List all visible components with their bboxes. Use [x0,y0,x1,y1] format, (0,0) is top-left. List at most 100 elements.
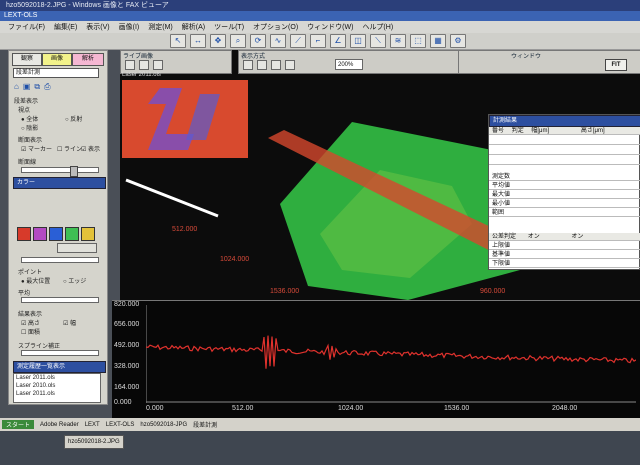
profile-tool-icon[interactable]: ≋ [390,34,406,48]
settings-tool-icon[interactable]: ⚙ [450,34,466,48]
opt-width-check[interactable]: ☑ 幅 [63,318,76,327]
section-points-label: ポイント [18,270,43,276]
x-tick-label: 1536.00 [444,405,470,412]
opt-height-check[interactable]: ☑ 高さ [21,318,40,327]
area-tool-icon[interactable]: ◫ [350,34,366,48]
live-btn-3[interactable] [153,60,163,70]
color-slider[interactable] [21,257,99,263]
menu-bar: ファイル(F) 編集(E) 表示(V) 画像(I) 測定(M) 解析(A) ツー… [0,21,640,33]
history-item[interactable]: Laser 2010.ols [16,383,55,389]
fit-button[interactable]: FIT [605,59,627,71]
slope-tool-icon[interactable]: ⟋ [290,34,306,48]
menu-view[interactable]: 表示(V) [86,22,109,32]
table-row[interactable] [489,147,640,155]
display-btn-2[interactable] [257,60,267,70]
color-swatch-red[interactable] [17,227,31,241]
panel-icon-row: ⌂ ▣ ⧉ ⎙ [14,82,74,91]
section-profile-label: 断面表示 [18,138,43,144]
display-btn-3[interactable] [271,60,281,70]
col-width: 幅[μm] [531,128,550,134]
live-btn-1[interactable] [125,60,135,70]
opt-shadow-radio[interactable]: ○ 陰影 [21,123,38,132]
measure-tool-icon[interactable]: ↔ [190,34,206,48]
menu-options[interactable]: オプション(O) [253,22,298,32]
volume-tool-icon[interactable]: ⬚ [410,34,426,48]
profile-graph[interactable]: 820.000 656.000 492.000 328.000 164.000 … [112,300,640,418]
menu-tools[interactable]: ツール(T) [214,22,244,32]
menu-image[interactable]: 画像(I) [119,22,140,32]
refresh-icon[interactable]: ⟳ [250,34,266,48]
history-list[interactable]: Laser 2011.ols Laser 2010.ols Laser 2011… [13,373,101,403]
opt-full-radio[interactable]: ● 全体 [21,114,38,123]
spline-slider[interactable] [21,350,99,356]
mode-observe-tab[interactable]: 観察 [12,53,42,66]
menu-edit[interactable]: 編集(E) [54,22,77,32]
window-toolbar: ウィンドウ FIT [458,50,640,74]
menu-measure[interactable]: 測定(M) [148,22,173,32]
stat-max-row: 最大値 [489,191,640,199]
taskbar-item[interactable]: hzo5092018-2.JPG [64,435,124,449]
history-item[interactable]: Laser 2011.ols [16,391,55,397]
move-tool-icon[interactable]: ✥ [210,34,226,48]
menu-analysis[interactable]: 解析(A) [182,22,205,32]
avg-slider[interactable] [21,297,99,303]
table-row[interactable] [489,157,640,165]
menu-help[interactable]: ヘルプ(H) [362,22,393,32]
opt-edge-label: エッジ [68,279,87,285]
opt-reflect-label: 反射 [70,117,83,123]
display-btn-1[interactable] [243,60,253,70]
axis-label-3d: 512.000 [172,226,198,233]
opt-reflect-radio[interactable]: ○ 反射 [65,114,82,123]
menu-file[interactable]: ファイル(F) [8,22,45,32]
x-tick-label: 512.00 [232,405,254,412]
print-icon[interactable]: ⎙ [44,82,50,91]
copy-icon[interactable]: ⧉ [34,82,40,91]
line-tool-icon[interactable]: ⟍ [370,34,386,48]
color-swatch-purple[interactable] [33,227,47,241]
menu-window[interactable]: ウィンドウ(W) [307,22,353,32]
status-item[interactable]: LEXT-OLS [106,422,135,428]
color-apply-button[interactable] [57,243,97,253]
start-button[interactable]: スタート [2,420,35,429]
mode-image-tab[interactable]: 画像 [42,53,72,66]
status-item[interactable]: LEXT [85,422,100,428]
opt-marker-check[interactable]: ☑ マーカー [21,144,52,153]
opt-line-check[interactable]: ☐ ライン [57,144,82,153]
cursor-tool-icon[interactable]: ↖ [170,34,186,48]
opt-area-check[interactable]: ☐ 面積 [21,327,40,336]
status-item[interactable]: Adobe Reader [40,422,79,428]
y-tick-label: 328.000 [114,363,140,370]
opt-peak-radio[interactable]: ● 最大位置 [21,276,50,285]
zoom-select[interactable]: 200% [335,59,363,70]
cross-slider-thumb[interactable] [70,166,78,177]
status-item[interactable]: hzo5092018-JPG [140,422,187,428]
axis-label-3d: 1536.000 [270,288,300,295]
wave-tool-icon[interactable]: ∿ [270,34,286,48]
cross-slider[interactable] [21,166,99,177]
display-btn-4[interactable] [285,60,295,70]
window-title-bar: hzo5092018-2.JPG - Windows 画像と FAX ビューア [0,0,640,11]
section-settings-label: 段差表示 [14,99,39,105]
home-icon[interactable]: ⌂ [14,82,19,91]
angle-tool-icon[interactable]: ∠ [330,34,346,48]
color-swatch-green[interactable] [65,227,79,241]
opt-show-check[interactable]: ☑ 表示 [81,144,100,153]
main-toolbar: ↖ ↔ ✥ ⌕ ⟳ ∿ ⟋ ⌐ ∠ ◫ ⟍ ≋ ⬚ ▦ ⚙ [0,33,640,50]
table-row[interactable] [489,137,640,145]
step-tool-icon[interactable]: ⌐ [310,34,326,48]
opt-edge-radio[interactable]: ○ エッジ [63,276,86,285]
color-swatch-blue[interactable] [49,227,63,241]
y-tick-label: 164.000 [114,384,140,391]
grid-tool-icon[interactable]: ▦ [430,34,446,48]
status-item[interactable]: 段差計測 [193,420,217,429]
live-btn-2[interactable] [139,60,149,70]
color-swatch-yellow[interactable] [81,227,95,241]
tolerance-on-2[interactable]: オン [571,234,583,240]
history-item[interactable]: Laser 2011.ols [16,375,55,381]
zoom-tool-icon[interactable]: ⌕ [230,34,246,48]
save-icon[interactable]: ▣ [23,82,31,91]
function-select[interactable]: 段差計測 [13,68,99,78]
mode-analysis-tab[interactable]: 解析 [72,53,104,66]
zoom-value: 200% [338,62,354,68]
tolerance-on-1[interactable]: オン [528,234,540,240]
